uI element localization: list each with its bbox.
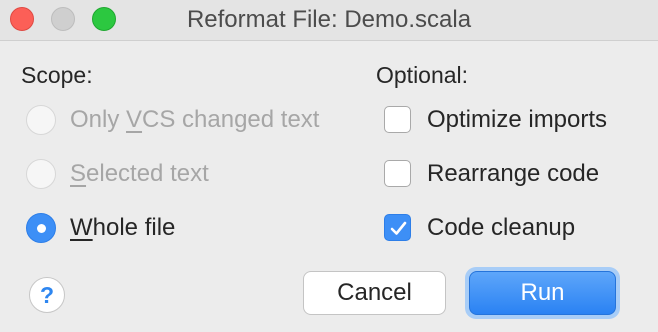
radio-button-icon — [26, 159, 56, 189]
scope-label: Scope: — [21, 62, 93, 88]
checkmark-icon — [384, 214, 411, 241]
cancel-button[interactable]: Cancel — [303, 271, 446, 315]
help-icon[interactable]: ? — [29, 277, 65, 313]
checkbox-label: Rearrange code — [427, 160, 600, 187]
checkbox-icon — [384, 106, 411, 133]
radio-label: Only VCS changed text — [70, 106, 320, 133]
optional-label: Optional: — [376, 62, 469, 88]
radio-button-selected-icon — [26, 213, 56, 243]
window-title: Reformat File: Demo.scala — [186, 6, 472, 33]
checkbox-icon — [384, 160, 411, 187]
radio-button-icon — [26, 105, 56, 135]
checkbox-label: Optimize imports — [427, 106, 608, 133]
radio-label: Selected text — [70, 160, 209, 187]
run-button[interactable]: Run — [469, 271, 616, 315]
title-bar: Reformat File: Demo.scala — [0, 0, 658, 41]
radio-label: Whole file — [70, 214, 176, 241]
checkbox-label: Code cleanup — [427, 214, 576, 241]
